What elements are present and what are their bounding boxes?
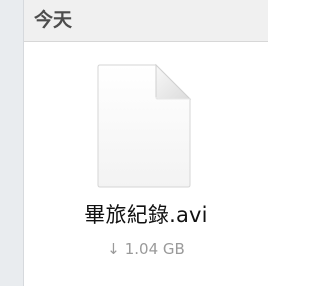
document-icon <box>97 63 192 188</box>
file-grid: 畢旅紀錄.avi ↓ 1.04 GB <box>24 42 268 286</box>
sidebar-edge <box>0 0 24 286</box>
section-header-today: 今天 <box>24 0 268 42</box>
file-name: 畢旅紀錄.avi <box>84 203 208 227</box>
file-item[interactable]: 畢旅紀錄.avi ↓ 1.04 GB <box>24 42 268 286</box>
finder-window: 今天 畢旅紀錄.avi ↓ 1.04 GB <box>0 0 268 286</box>
download-arrow-icon: ↓ <box>107 240 120 258</box>
file-size: 1.04 GB <box>124 240 185 258</box>
section-title: 今天 <box>34 9 73 31</box>
file-size-row: ↓ 1.04 GB <box>24 239 268 259</box>
